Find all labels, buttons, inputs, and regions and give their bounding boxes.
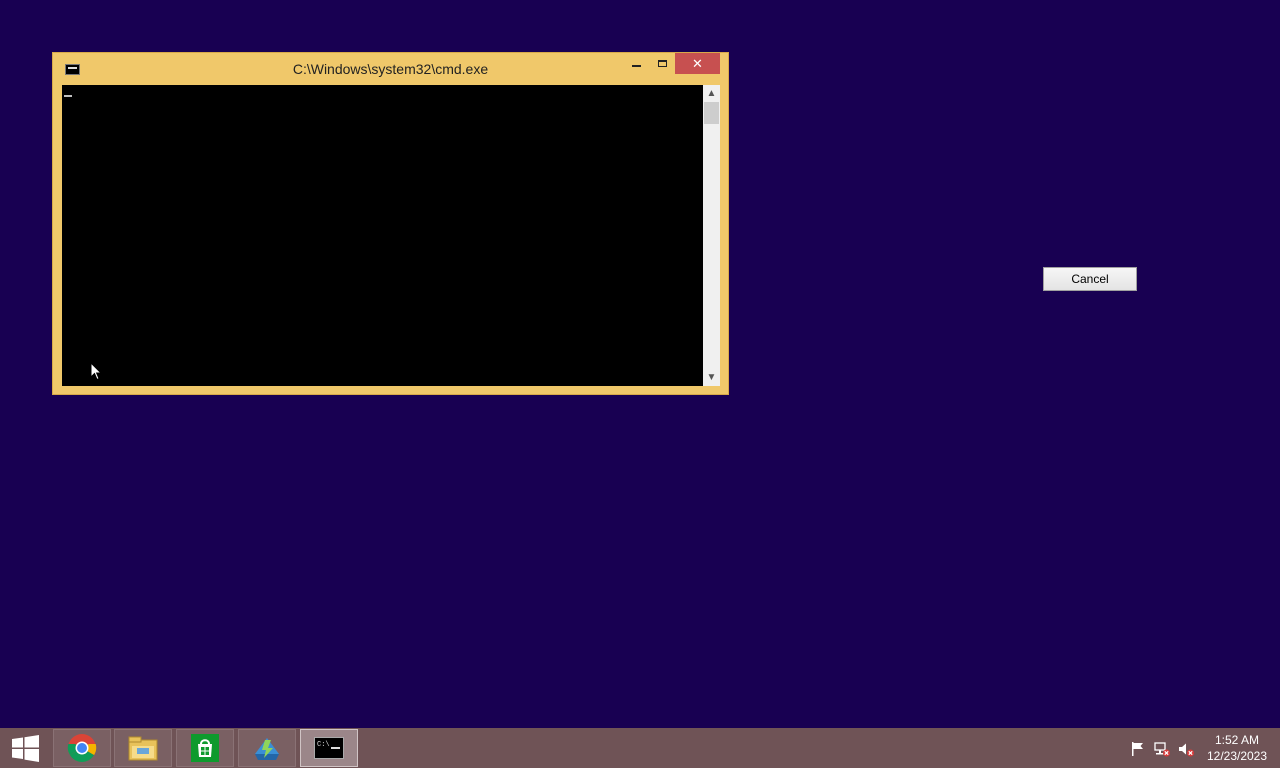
svg-text:C:\: C:\ [317,741,330,749]
taskbar-command-prompt[interactable]: C:\ [300,729,358,767]
taskbar-clock[interactable]: 1:52 AM 12/23/2023 [1200,732,1274,764]
minimize-icon [631,64,641,67]
command-prompt-icon: C:\ [314,737,344,759]
mouse-pointer-icon [90,362,102,381]
desktop: C:\Windows\system32\cmd.exe ✕ ▲ ▼ Cancel [0,0,1280,728]
clock-date: 12/23/2023 [1206,749,1268,763]
windows-logo-icon [11,734,39,762]
chevron-up-icon: ▲ [706,88,717,99]
taskbar-file-explorer[interactable] [114,729,172,767]
chrome-icon [67,734,97,762]
clock-time: 1:52 AM [1214,733,1260,747]
taskbar-store[interactable] [176,729,234,767]
cmd-window[interactable]: C:\Windows\system32\cmd.exe ✕ ▲ ▼ [52,52,729,395]
scroll-down-button[interactable]: ▼ [703,369,720,386]
action-center-flag-icon[interactable] [1130,741,1146,757]
scroll-up-button[interactable]: ▲ [703,85,720,102]
close-icon: ✕ [692,55,703,71]
vertical-scrollbar[interactable]: ▲ ▼ [703,85,720,386]
taskbar: C:\ 1:52 AM 12/23/2023 [0,728,1280,768]
taskbar-flux[interactable] [238,729,296,767]
start-button[interactable] [0,728,50,768]
flux-icon [255,738,279,760]
minimize-button[interactable] [623,53,649,74]
close-button[interactable]: ✕ [675,53,720,74]
taskbar-chrome[interactable] [53,729,111,767]
console-area[interactable] [62,85,703,386]
network-disconnected-icon[interactable] [1154,741,1170,757]
store-icon [191,734,219,762]
maximize-icon [657,60,667,67]
title-bar[interactable]: C:\Windows\system32\cmd.exe ✕ [53,53,728,85]
volume-muted-icon[interactable] [1178,741,1194,757]
chevron-down-icon: ▼ [706,372,717,383]
maximize-button[interactable] [649,53,675,74]
cancel-button[interactable]: Cancel [1043,267,1137,291]
scroll-thumb[interactable] [704,102,719,124]
text-cursor [64,95,72,97]
file-explorer-icon [128,736,158,761]
